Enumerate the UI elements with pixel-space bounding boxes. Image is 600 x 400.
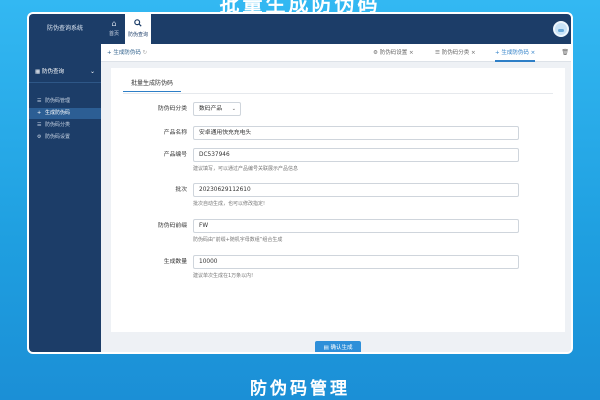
tab-label: 防伪码设置 (379, 50, 408, 56)
confirm-generate-button[interactable]: ▤ 确认生成 (315, 341, 361, 352)
sidebar-item-generate-code[interactable]: + 生成防伪码 (29, 108, 101, 119)
close-icon[interactable]: × (531, 50, 536, 56)
product-code-input[interactable]: DC537946 (193, 148, 519, 162)
tab-generate-code[interactable]: + 生成防伪码 × (495, 44, 536, 62)
close-icon[interactable]: × (471, 50, 476, 56)
user-avatar[interactable] (553, 21, 569, 37)
category-value: 数码产品 (199, 106, 223, 112)
chevron-down-icon: ⌄ (89, 68, 95, 75)
tab-code-settings[interactable]: ⚙ 防伪码设置 × (373, 44, 414, 62)
nav-home-label: 首页 (108, 31, 119, 37)
trash-icon[interactable]: 🗑 (561, 44, 569, 62)
nav-anti-fake-query[interactable]: 防伪查询 (125, 14, 151, 44)
list-icon: ☰ (37, 98, 42, 104)
save-icon: ▤ (323, 345, 329, 351)
main-content: + 生成防伪码 ↻ ⚙ 防伪码设置 × ☰ 防伪码分类 × + 生成防伪码 × … (101, 44, 571, 352)
prefix-input[interactable]: FW (193, 219, 519, 233)
list-icon: ☰ (435, 50, 440, 56)
plus-icon: + (495, 50, 500, 56)
batch-input[interactable]: 20230629112610 (193, 183, 519, 197)
tab-label: 防伪码分类 (441, 50, 470, 56)
confirm-label: 确认生成 (330, 345, 353, 351)
tab-label: 生成防伪码 (113, 50, 141, 56)
sidebar-item-label: 防伪码管理 (45, 98, 71, 104)
nav-query-label: 防伪查询 (127, 32, 148, 38)
list-icon: ☰ (37, 122, 42, 128)
search-icon (125, 19, 151, 29)
product-code-help: 建议填写，可以通过产品编号关联展示产品信息 (193, 166, 299, 172)
generate-form-card: 批量生成防伪码 防伪码分类 数码产品 ⌄ 产品名称 安卓通用快充充电头 产品编号… (111, 68, 565, 332)
plus-icon: + (37, 110, 42, 116)
tab-label: 生成防伪码 (501, 50, 529, 56)
tab-batch-generate[interactable]: 批量生成防伪码 (123, 76, 182, 92)
product-code-label: 产品编号 (163, 152, 187, 158)
quantity-input[interactable]: 10000 (193, 255, 519, 269)
bottom-title: 防伪码管理 (250, 379, 350, 399)
card-tab-divider (123, 93, 553, 94)
tab-code-category[interactable]: ☰ 防伪码分类 × (435, 44, 476, 62)
sidebar-item-label: 防伪码设置 (45, 134, 71, 140)
sidebar-item-label: 防伪码分类 (45, 122, 71, 128)
nav-home[interactable]: ⌂ 首页 (103, 14, 125, 44)
sidebar-item-code-management[interactable]: ☰ 防伪码管理 (29, 96, 101, 107)
sidebar-item-label: 生成防伪码 (45, 110, 71, 116)
sidebar: ▦ 防伪查询 ⌄ ☰ 防伪码管理 + 生成防伪码 ☰ 防伪码分类 ⚙ 防伪码设置 (29, 44, 101, 352)
quantity-help: 建议单次生成在1万条以内! (193, 273, 254, 279)
sidebar-divider (29, 82, 101, 83)
gear-icon: ⚙ (37, 134, 42, 140)
prefix-help: 防伪码由“前缀+随机字母数组”组合生成 (193, 237, 283, 243)
quantity-label: 生成数量 (163, 259, 187, 265)
home-icon: ⌂ (111, 19, 117, 28)
sidebar-group-anti-fake-query[interactable]: ▦ 防伪查询 ⌄ (29, 64, 101, 80)
grid-icon: ▦ (35, 69, 41, 75)
category-label: 防伪码分类 (158, 106, 187, 112)
prefix-label: 防伪码前缀 (158, 223, 187, 229)
batch-label: 批次 (175, 187, 187, 193)
product-name-label: 产品名称 (163, 130, 187, 136)
form-footer: ▤ 确认生成 (101, 338, 571, 352)
chevron-down-icon: ⌄ (231, 106, 236, 112)
close-icon[interactable]: × (409, 50, 414, 56)
sidebar-group-label: 防伪查询 (41, 69, 64, 75)
batch-help: 批次自动生成，也可以修改指定! (193, 201, 266, 207)
sidebar-item-code-settings[interactable]: ⚙ 防伪码设置 (29, 132, 101, 143)
category-select[interactable]: 数码产品 ⌄ (193, 102, 241, 116)
gear-icon: ⚙ (373, 50, 378, 56)
app-window: 防伪查询系统 ⌂ 首页 防伪查询 ▦ 防伪查询 ⌄ ☰ 防伪码管理 + 生成防伪码 … (27, 12, 573, 354)
tab-bar: + 生成防伪码 ↻ ⚙ 防伪码设置 × ☰ 防伪码分类 × + 生成防伪码 × … (101, 44, 571, 62)
tab-generate-code-left[interactable]: + 生成防伪码 ↻ (107, 44, 147, 62)
top-navbar: 防伪查询系统 ⌂ 首页 防伪查询 (29, 14, 571, 44)
product-name-input[interactable]: 安卓通用快充充电头 (193, 126, 519, 140)
plus-icon: + (107, 50, 112, 56)
refresh-icon[interactable]: ↻ (143, 50, 148, 56)
sidebar-item-code-category[interactable]: ☰ 防伪码分类 (29, 120, 101, 131)
brand-name: 防伪查询系统 (46, 25, 83, 32)
